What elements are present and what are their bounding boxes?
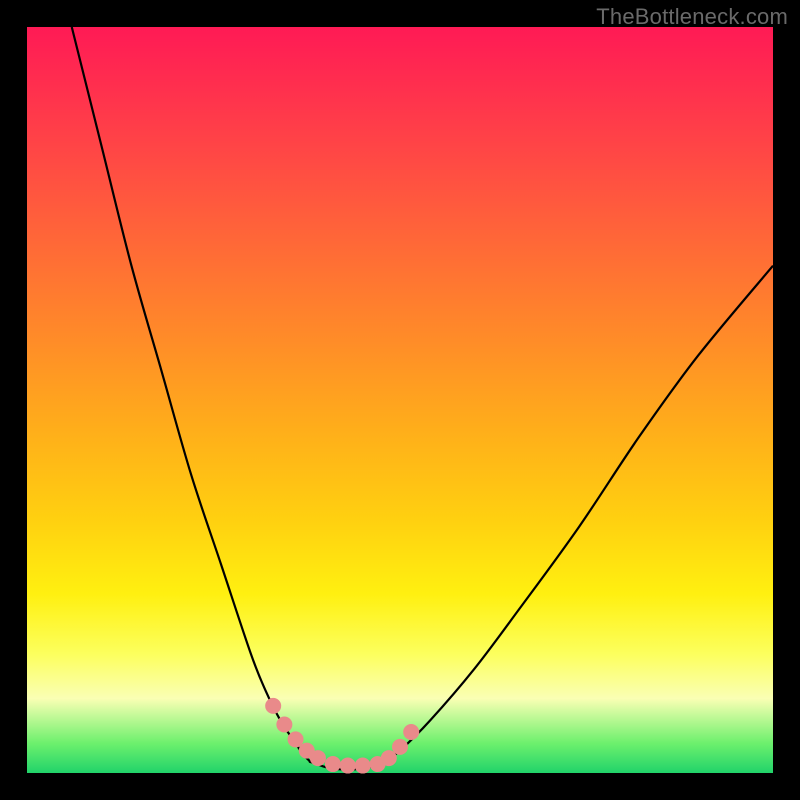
marker-dot (310, 750, 326, 766)
marker-dot (276, 717, 292, 733)
marker-dot (265, 698, 281, 714)
bottleneck-markers (265, 698, 419, 774)
marker-dot (325, 756, 341, 772)
marker-dot (340, 758, 356, 774)
bottleneck-curve (72, 27, 773, 770)
curve-overlay (27, 27, 773, 773)
marker-dot (355, 758, 371, 774)
marker-dot (403, 724, 419, 740)
watermark-label: TheBottleneck.com (596, 4, 788, 30)
marker-dot (392, 739, 408, 755)
plot-area (27, 27, 773, 773)
chart-container: TheBottleneck.com (0, 0, 800, 800)
